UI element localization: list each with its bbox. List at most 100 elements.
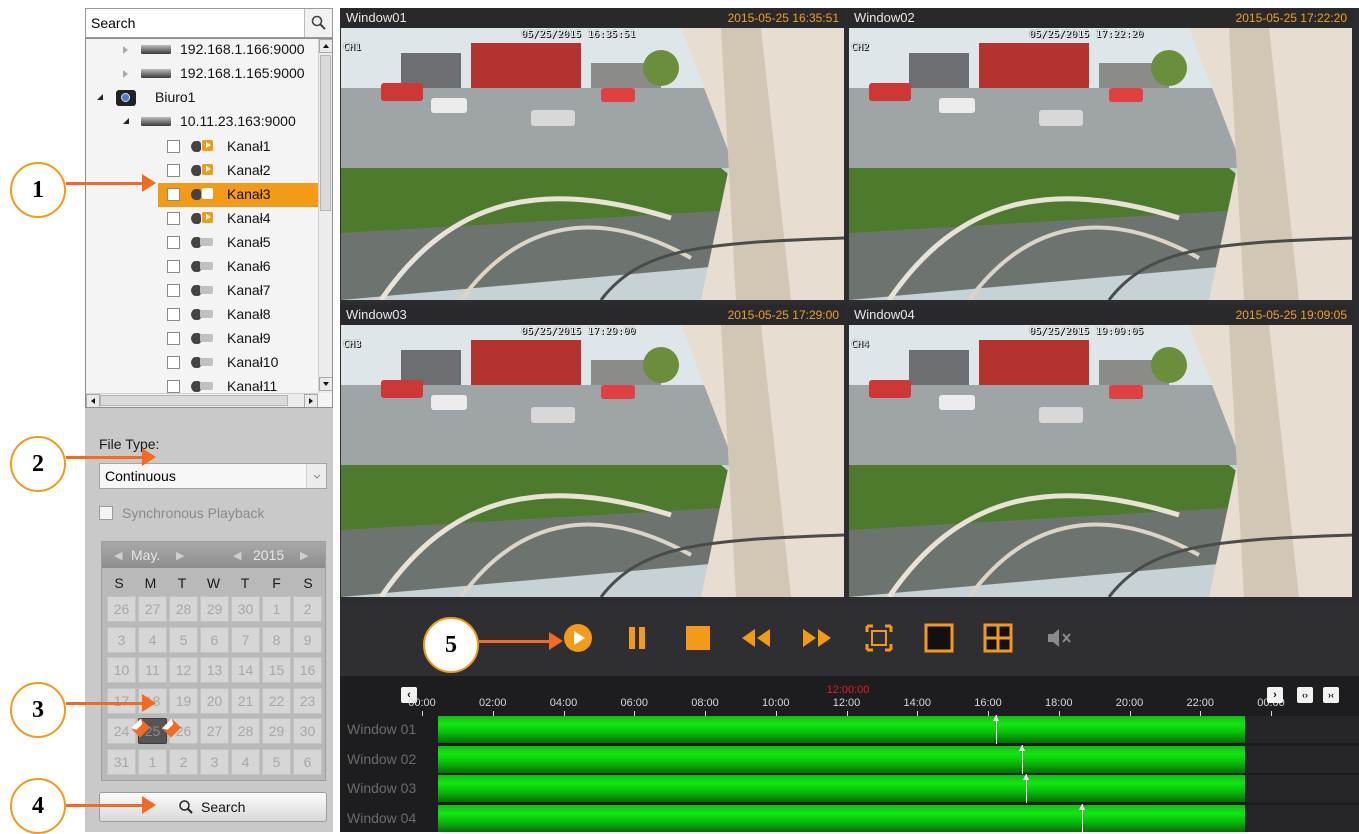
recording-bar[interactable] bbox=[438, 716, 1245, 743]
calendar-day[interactable]: 15 bbox=[262, 657, 291, 683]
calendar-day[interactable]: 27 bbox=[138, 596, 167, 622]
calendar-day[interactable]: 31 bbox=[107, 748, 136, 775]
tree-channel[interactable]: Kanał1 bbox=[86, 135, 320, 159]
tree-item-nvr[interactable]: 192.168.1.166:9000 bbox=[86, 39, 320, 62]
calendar-day[interactable]: 14 bbox=[231, 657, 260, 683]
tree-channel[interactable]: Kanał7 bbox=[86, 279, 320, 303]
sync-playback-checkbox[interactable] bbox=[99, 506, 113, 520]
calendar-day[interactable]: 12 bbox=[169, 657, 198, 683]
recording-bar[interactable] bbox=[438, 745, 1245, 773]
play-icon[interactable] bbox=[563, 623, 593, 653]
calendar-day[interactable]: 2 bbox=[293, 596, 322, 622]
calendar-day[interactable]: 19 bbox=[169, 687, 198, 714]
video-window[interactable]: Window04 2015-05-25 19:09:05 05/25/2015 19… bbox=[848, 305, 1353, 599]
calendar-day[interactable]: 6 bbox=[293, 748, 322, 775]
timeline-next-icon[interactable]: › bbox=[1267, 687, 1283, 703]
channel-checkbox[interactable] bbox=[167, 308, 180, 321]
recording-bar[interactable] bbox=[438, 775, 1245, 802]
scroll-thumb[interactable] bbox=[100, 395, 288, 406]
scroll-right-icon[interactable] bbox=[304, 394, 318, 407]
calendar-day[interactable]: 20 bbox=[200, 687, 229, 714]
scroll-down-icon[interactable] bbox=[319, 377, 332, 391]
video-frame[interactable]: 05/25/2015 17:29:00 CH3 bbox=[341, 325, 844, 597]
calendar-day[interactable]: 7 bbox=[231, 626, 260, 653]
channel-checkbox[interactable] bbox=[167, 356, 180, 369]
expand-icon[interactable] bbox=[123, 46, 128, 54]
tree-vertical-scrollbar[interactable] bbox=[318, 39, 332, 393]
calendar-day[interactable]: 29 bbox=[262, 718, 291, 744]
quad-view-icon[interactable] bbox=[983, 623, 1013, 653]
mute-icon[interactable] bbox=[1044, 623, 1074, 653]
tree-channel-selected[interactable]: Kanał3 bbox=[158, 183, 320, 207]
calendar-day[interactable]: 21 bbox=[231, 687, 260, 714]
recording-bar[interactable] bbox=[438, 804, 1245, 832]
timeline-track[interactable]: Window 01 bbox=[340, 715, 1359, 744]
tree-item-nvr[interactable]: 192.168.1.165:9000 bbox=[86, 62, 320, 86]
calendar-day[interactable]: 5 bbox=[262, 748, 291, 775]
file-type-select[interactable]: Continuous bbox=[99, 463, 327, 489]
stop-icon[interactable] bbox=[683, 623, 713, 653]
tree-horizontal-scrollbar[interactable] bbox=[86, 393, 318, 407]
search-icon-button[interactable] bbox=[304, 9, 332, 37]
zoom-in-icon[interactable]: ›‹ bbox=[1323, 687, 1339, 703]
channel-checkbox[interactable] bbox=[167, 260, 180, 273]
playhead-marker[interactable] bbox=[1078, 803, 1085, 833]
next-month-icon[interactable]: ▶ bbox=[176, 549, 184, 562]
calendar-day[interactable]: 11 bbox=[138, 657, 167, 683]
rewind-icon[interactable] bbox=[741, 623, 771, 653]
channel-checkbox[interactable] bbox=[167, 164, 180, 177]
calendar-day[interactable]: 4 bbox=[231, 748, 260, 775]
prev-year-icon[interactable]: ◀ bbox=[233, 549, 241, 562]
next-year-icon[interactable]: ▶ bbox=[300, 549, 308, 562]
channel-checkbox[interactable] bbox=[167, 332, 180, 345]
timeline-track[interactable]: Window 03 bbox=[340, 774, 1359, 803]
tree-channel[interactable]: Kanał8 bbox=[86, 303, 320, 327]
tree-channel[interactable]: Kanał2 bbox=[86, 159, 320, 183]
tree-item-group[interactable]: Biuro1 bbox=[86, 86, 320, 110]
calendar-day[interactable]: 16 bbox=[293, 657, 322, 683]
calendar-day[interactable]: 10 bbox=[107, 657, 136, 683]
calendar-day[interactable]: 25 bbox=[138, 718, 167, 744]
calendar-day[interactable]: 3 bbox=[107, 626, 136, 653]
chevron-down-icon[interactable] bbox=[306, 464, 326, 488]
calendar-day[interactable]: 1 bbox=[138, 748, 167, 775]
timeline-track[interactable]: Window 02 bbox=[340, 744, 1359, 774]
tree-channel[interactable]: Kanał9 bbox=[86, 327, 320, 351]
fullscreen-icon[interactable] bbox=[864, 623, 894, 653]
video-window[interactable]: Window03 2015-05-25 17:29:00 05/25/2015 17… bbox=[340, 305, 845, 599]
calendar-day[interactable]: 22 bbox=[262, 687, 291, 714]
calendar-day[interactable]: 3 bbox=[200, 748, 229, 775]
scroll-up-icon[interactable] bbox=[319, 39, 332, 53]
calendar-day[interactable]: 2 bbox=[169, 748, 198, 775]
calendar-day[interactable]: 9 bbox=[293, 626, 322, 653]
search-button[interactable]: Search bbox=[99, 792, 327, 822]
tree-channel[interactable]: Kanał5 bbox=[86, 231, 320, 255]
calendar-day[interactable]: 24 bbox=[107, 718, 136, 744]
fast-forward-icon[interactable] bbox=[802, 623, 832, 653]
playhead-marker[interactable] bbox=[993, 715, 1000, 744]
calendar-day[interactable]: 26 bbox=[169, 718, 198, 744]
calendar-day[interactable]: 28 bbox=[231, 718, 260, 744]
tree-channel[interactable]: Kanał4 bbox=[86, 207, 320, 231]
tree-item-nvr[interactable]: 10.11.23.163:9000 bbox=[86, 110, 320, 134]
calendar-day[interactable]: 13 bbox=[200, 657, 229, 683]
calendar-day[interactable]: 6 bbox=[200, 626, 229, 653]
calendar-day[interactable]: 27 bbox=[200, 718, 229, 744]
channel-checkbox[interactable] bbox=[167, 212, 180, 225]
device-search-input[interactable] bbox=[86, 9, 304, 37]
collapse-icon[interactable] bbox=[123, 118, 129, 124]
collapse-icon[interactable] bbox=[97, 94, 103, 100]
channel-checkbox[interactable] bbox=[167, 140, 180, 153]
calendar-day[interactable]: 5 bbox=[169, 626, 198, 653]
channel-checkbox[interactable] bbox=[167, 236, 180, 249]
channel-checkbox[interactable] bbox=[167, 188, 180, 201]
calendar-day[interactable]: 29 bbox=[200, 596, 229, 622]
single-view-icon[interactable] bbox=[924, 623, 954, 653]
playhead-marker[interactable] bbox=[1019, 744, 1026, 774]
calendar-day[interactable]: 30 bbox=[231, 596, 260, 622]
playhead-marker[interactable] bbox=[1022, 774, 1029, 803]
calendar-day[interactable]: 23 bbox=[293, 687, 322, 714]
scroll-left-icon[interactable] bbox=[86, 394, 100, 407]
calendar-day[interactable]: 1 bbox=[262, 596, 291, 622]
video-frame[interactable]: 05/25/2015 19:09:05 CH4 bbox=[849, 325, 1352, 597]
